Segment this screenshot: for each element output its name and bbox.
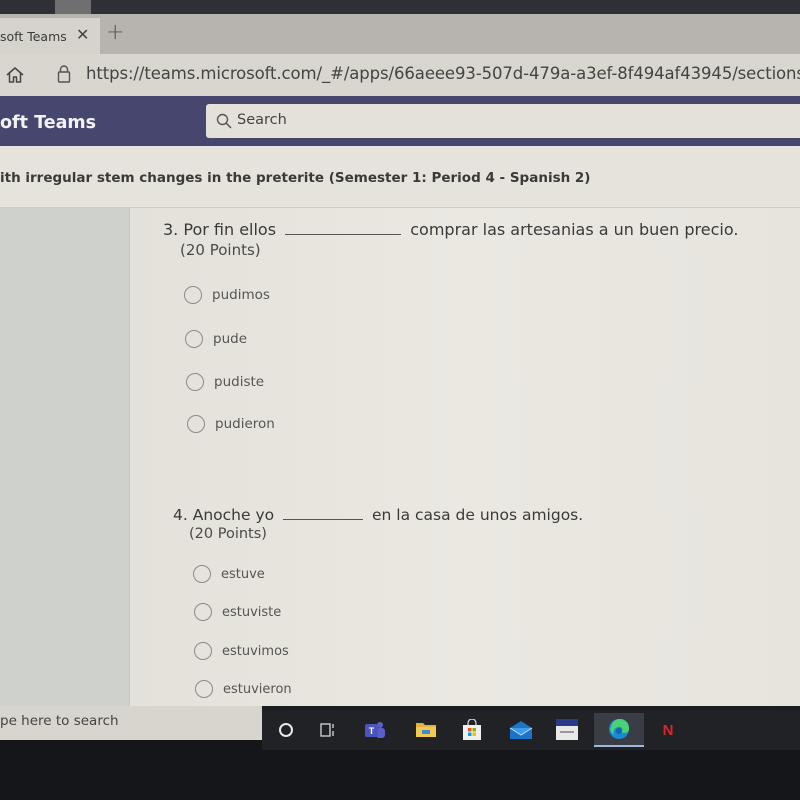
question-number: 4. [173,506,188,524]
lock-icon[interactable] [57,64,71,84]
option-pudiste[interactable]: pudiste [186,373,264,391]
option-label: pude [213,331,248,347]
teams-header: oft Teams Search [0,96,800,146]
question-3: 3. Por fin ellos comprar las artesanias … [163,220,738,259]
home-icon[interactable] [5,65,25,85]
edge-icon[interactable] [594,713,644,747]
previous-window-strip [0,0,800,14]
browser-tab-teams[interactable]: soft Teams ✕ [0,18,100,54]
task-view-icon[interactable] [318,716,340,744]
left-panel [0,208,130,706]
option-label: estuvimos [222,643,289,659]
radio-button[interactable] [194,642,212,660]
answer-blank [283,519,364,520]
cortana-icon[interactable] [276,716,296,744]
radio-button[interactable] [187,415,205,433]
radio-button[interactable] [186,373,204,391]
answer-blank [285,234,402,235]
radio-button[interactable] [193,565,211,583]
option-label: estuve [221,566,265,582]
pearson-app-icon[interactable] [554,716,580,744]
tab-close-icon[interactable]: ✕ [76,25,89,44]
option-label: estuvieron [223,681,292,697]
option-pudieron[interactable]: pudieron [187,415,275,433]
assignment-title: ith irregular stem changes in the preter… [0,170,591,186]
url-field[interactable]: https://teams.microsoft.com/_#/apps/66ae… [86,64,800,83]
question-number: 3. [163,220,179,239]
radio-button[interactable] [194,603,212,621]
option-pudimos[interactable]: pudimos [184,286,270,304]
option-label: pudieron [215,416,275,432]
teams-icon[interactable]: T [362,716,388,744]
new-tab-button[interactable]: + [106,20,124,45]
form-panel: 3. Por fin ellos comprar las artesanias … [131,208,800,706]
option-pude[interactable]: pude [185,330,247,348]
mail-icon[interactable] [508,716,534,744]
tab-title: soft Teams [0,29,67,44]
question-points: (20 Points) [189,526,267,542]
question-suffix: en la casa de unos amigos. [371,506,584,524]
search-icon [216,113,232,129]
question-4: 4. Anoche yo en la casa de unos amigos. … [173,506,583,542]
assignment-header: ith irregular stem changes in the preter… [0,146,800,208]
question-suffix: comprar las artesanias a un buen precio. [410,220,739,239]
address-bar: https://teams.microsoft.com/_#/apps/66ae… [0,54,800,96]
search-input[interactable]: Search [206,104,800,138]
netflix-icon[interactable]: N [658,716,678,744]
windows-search-box[interactable]: pe here to search [0,706,262,740]
option-label: pudimos [212,287,270,303]
taskbar: T N [262,710,800,750]
app-title: oft Teams [0,113,97,133]
svg-text:T: T [369,726,375,736]
question-points: (20 Points) [180,241,261,259]
windows-search-placeholder: pe here to search [0,713,119,729]
file-explorer-icon[interactable] [414,716,438,744]
option-estuviste[interactable]: estuviste [194,603,281,621]
option-estuvimos[interactable]: estuvimos [194,642,289,660]
search-placeholder: Search [237,112,287,128]
previous-tab-edge [55,0,91,14]
content-area: 3. Por fin ellos comprar las artesanias … [0,208,800,706]
radio-button[interactable] [185,330,203,348]
netflix-label: N [662,721,674,739]
radio-button[interactable] [184,286,202,304]
store-icon[interactable] [460,716,484,744]
question-prefix: Por fin ellos [183,220,277,239]
browser-tab-bar: soft Teams ✕ + [0,14,800,54]
radio-button[interactable] [195,680,213,698]
option-estuvieron[interactable]: estuvieron [195,680,292,698]
option-label: estuviste [222,604,282,620]
question-prefix: Anoche yo [192,506,275,524]
option-label: pudiste [214,374,265,390]
option-estuve[interactable]: estuve [193,565,265,583]
